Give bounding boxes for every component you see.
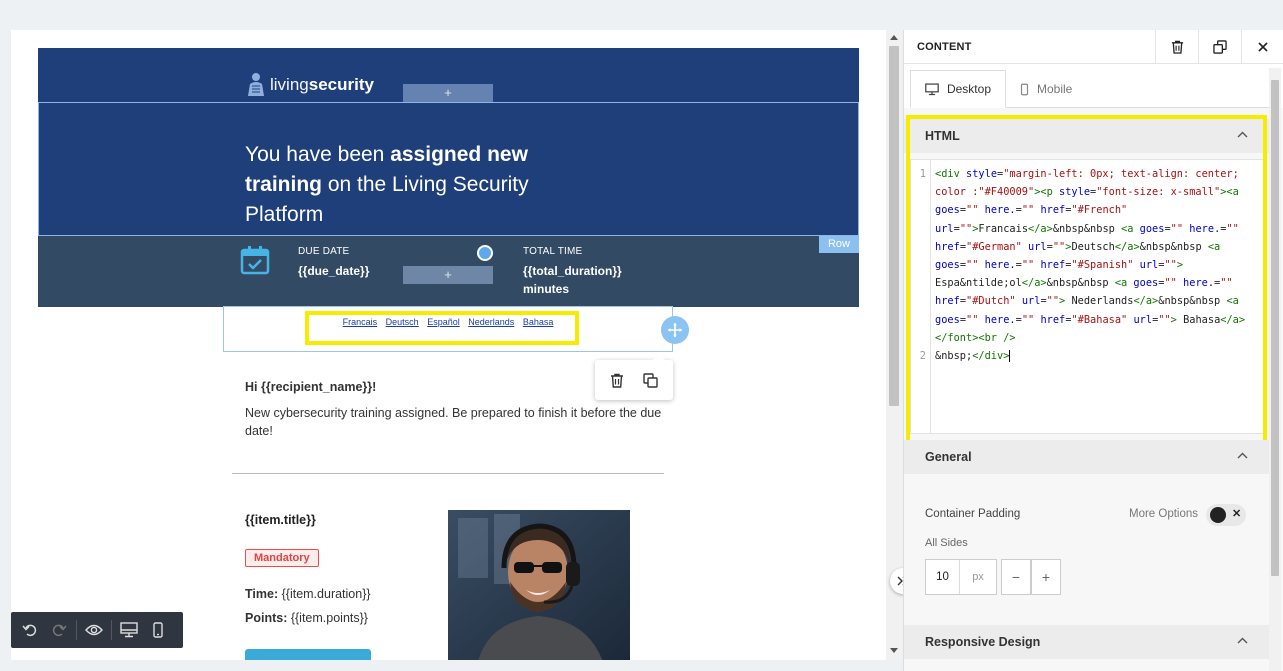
desktop-view-button[interactable] <box>118 618 140 642</box>
all-sides-label: All Sides <box>925 537 968 549</box>
scroll-up-arrow[interactable] <box>890 35 898 40</box>
email-header-row[interactable]: living security + You have been assigned … <box>38 48 859 236</box>
canvas-scroll-thumb[interactable] <box>889 46 899 406</box>
block-toolbar <box>595 354 673 400</box>
duplicate-icon[interactable] <box>643 372 658 388</box>
device-tabs: Desktop Mobile <box>910 70 1272 108</box>
panel-scroll-thumb[interactable] <box>1271 80 1279 576</box>
chevron-up-icon <box>1237 452 1248 459</box>
logo-text-bold: security <box>308 75 374 94</box>
person-headset-image <box>448 510 630 660</box>
html-code-editor[interactable]: 1 2 <div style="margin-left: 0px; text-a… <box>910 159 1266 434</box>
padding-increment-button[interactable]: + <box>1031 559 1061 595</box>
language-highlight-box <box>305 311 579 345</box>
toolbar-separator-2 <box>111 620 113 640</box>
redo-icon <box>52 624 67 637</box>
divider <box>232 473 664 474</box>
mobile-icon <box>153 622 163 638</box>
points-value: {{item.points}} <box>287 611 368 625</box>
panel-scrollbar[interactable] <box>1269 68 1281 671</box>
desktop-icon <box>925 82 939 95</box>
move-handle[interactable] <box>661 316 689 344</box>
logo-person-icon <box>248 73 264 96</box>
points-label: Points: <box>245 611 288 625</box>
redo-button[interactable] <box>47 618 69 642</box>
properties-panel: CONTENT Desktop Mobile HTML 1 2 <div sty <box>903 30 1283 671</box>
add-content-bar-2[interactable]: + <box>403 266 493 284</box>
padding-value[interactable]: 10 <box>926 560 960 594</box>
chevron-up-icon <box>1237 637 1248 644</box>
greeting[interactable]: Hi {{recipient_name}}! <box>245 380 376 394</box>
row-tag[interactable]: Row <box>819 236 859 253</box>
code-content[interactable]: <div style="margin-left: 0px; text-align… <box>935 165 1265 365</box>
code-gutter: 1 2 <box>911 160 931 433</box>
desktop-icon <box>120 622 139 638</box>
duplicate-icon <box>1213 40 1227 54</box>
start-training-button[interactable] <box>245 649 371 660</box>
time-label: Time: <box>245 587 279 601</box>
editor-bottom-toolbar <box>11 612 183 648</box>
move-arrows-icon <box>668 323 682 337</box>
logo-text-light: living <box>270 75 309 94</box>
body-text[interactable]: New cybersecurity training assigned. Be … <box>245 404 665 440</box>
toggle-off-icon: ✕ <box>1232 508 1242 520</box>
toggle-knob <box>1210 507 1226 523</box>
eye-icon <box>85 624 103 636</box>
trash-icon <box>1171 40 1183 54</box>
padding-decrement-button[interactable]: − <box>1001 559 1031 595</box>
preview-button[interactable] <box>83 618 105 642</box>
calendar-check-icon <box>240 246 270 275</box>
section-html-header[interactable]: HTML <box>904 119 1270 153</box>
section-responsive-header[interactable]: Responsive Design <box>904 625 1270 659</box>
line-number-2: 2 <box>919 350 926 362</box>
time-line[interactable]: Time: {{item.duration}} <box>245 587 371 601</box>
time-value: {{item.duration}} <box>278 587 371 601</box>
add-content-bar[interactable]: + <box>403 84 493 102</box>
more-options-label: More Options <box>1129 508 1199 520</box>
padding-input[interactable]: 10 px <box>925 559 997 595</box>
total-time-value: {{total_duration}} <box>523 264 622 278</box>
toolbar-separator <box>75 620 77 640</box>
trash-icon[interactable] <box>610 373 624 388</box>
drop-indicator-dot <box>477 245 493 261</box>
section-html-title: HTML <box>925 129 960 143</box>
mobile-icon <box>1020 83 1029 95</box>
chevron-up-icon <box>1237 131 1248 138</box>
padding-unit: px <box>972 571 984 583</box>
undo-button[interactable] <box>19 618 41 642</box>
logo: living security <box>246 72 374 98</box>
tab-mobile[interactable]: Mobile <box>1006 70 1096 108</box>
delete-block-button[interactable] <box>1155 30 1198 64</box>
editor-canvas[interactable]: living security + You have been assigned … <box>11 30 886 660</box>
tab-desktop-label: Desktop <box>946 82 991 96</box>
total-time-label: TOTAL TIME <box>523 246 583 257</box>
info-bar-row[interactable]: DUE DATE {{due_date}} + TOTAL TIME {{tot… <box>38 236 859 307</box>
item-title[interactable]: {{item.title}} <box>245 513 316 527</box>
section-general-header[interactable]: General <box>904 440 1270 474</box>
headline[interactable]: You have been assigned new training on t… <box>245 140 555 230</box>
line-number-1: 1 <box>919 168 926 180</box>
undo-icon <box>22 624 37 637</box>
tab-mobile-label: Mobile <box>1037 82 1073 96</box>
mobile-view-button[interactable] <box>147 618 169 642</box>
scroll-down-arrow[interactable] <box>890 648 898 653</box>
total-time-unit: minutes <box>523 282 570 296</box>
container-padding-label: Container Padding <box>925 508 1021 520</box>
section-responsive-title: Responsive Design <box>925 635 1041 649</box>
training-photo[interactable] <box>448 510 630 660</box>
panel-header: CONTENT <box>904 30 1283 64</box>
headline-text: You have been <box>245 143 391 166</box>
section-general-title: General <box>925 450 972 464</box>
more-options-toggle[interactable]: ✕ <box>1206 504 1246 526</box>
canvas-scrollbar[interactable] <box>886 30 902 660</box>
due-date-value: {{due_date}} <box>298 264 370 278</box>
tab-desktop[interactable]: Desktop <box>910 70 1006 108</box>
panel-title: CONTENT <box>917 40 972 53</box>
points-line[interactable]: Points: {{item.points}} <box>245 611 368 625</box>
close-icon <box>1258 42 1268 52</box>
mandatory-badge: Mandatory <box>245 549 319 567</box>
duplicate-block-button[interactable] <box>1198 30 1241 64</box>
close-panel-button[interactable] <box>1241 30 1283 64</box>
due-date-label: DUE DATE <box>298 246 350 257</box>
